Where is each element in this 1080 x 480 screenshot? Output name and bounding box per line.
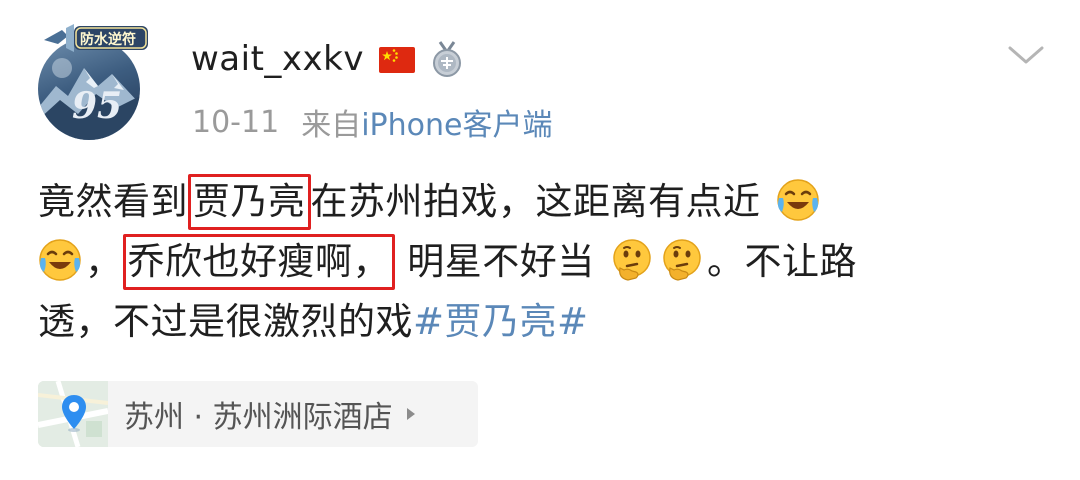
username[interactable]: wait_xxkv <box>191 42 364 76</box>
hashtag-link[interactable]: #贾乃亮# <box>413 300 589 343</box>
avatar-badge: 防水逆符 <box>40 22 150 64</box>
source-prefix: 来自 <box>301 108 362 143</box>
text-segment: ， <box>85 240 123 283</box>
highlight-box-qiao-xin: 乔欣也好瘦啊， <box>122 234 395 290</box>
author-row: wait_xxkv <box>191 36 466 82</box>
avatar-badge-text: 防水逆符 <box>80 32 136 48</box>
source-client-link[interactable]: iPhone客户端 <box>361 100 552 144</box>
location-label: 苏州 · 苏州洲际酒店 <box>124 400 393 435</box>
silver-medal-icon[interactable] <box>428 40 466 78</box>
post-line-3: 透，不过是很激烈的戏#贾乃亮# <box>38 292 1038 352</box>
location-chip[interactable]: 苏州 · 苏州洲际酒店 <box>38 381 478 447</box>
map-thumbnail <box>38 381 108 447</box>
post-text: 竟然看到 贾乃亮 在苏州拍戏，这距离有点近 ， 乔欣也好瘦啊， 明星不好当 。不… <box>38 172 1038 352</box>
chevron-right-icon <box>405 405 417 423</box>
text-segment: 竟然看到 <box>38 180 188 223</box>
laugh-cry-emoji <box>38 238 82 282</box>
post-line-1: 竟然看到 贾乃亮 在苏州拍戏，这距离有点近 <box>38 172 1038 232</box>
text-segment: 透，不过是很激烈的戏 <box>38 300 413 343</box>
avatar-number: 95 <box>72 85 123 127</box>
thinking-emoji <box>660 238 704 282</box>
post-meta: 10-11 来自 iPhone客户端 <box>192 100 552 144</box>
post-line-2: ，乔欣也好瘦啊， 明星不好当 。不让路 <box>38 232 1038 292</box>
laugh-cry-emoji <box>776 178 820 222</box>
location-pin-icon <box>60 393 88 433</box>
highlight-box-jia-nailiang: 贾乃亮 <box>188 174 311 230</box>
avatar[interactable]: 95 防水逆符 <box>36 22 154 140</box>
text-segment: 在苏州拍戏，这距离有点近 <box>310 180 761 223</box>
post-date: 10-11 <box>192 104 280 140</box>
thinking-emoji <box>610 238 654 282</box>
chevron-down-icon[interactable] <box>1004 40 1048 70</box>
china-flag-icon <box>378 40 416 78</box>
weibo-post: 95 防水逆符 wait_xxkv 10-11 来自 iPhone客户端 竟然看… <box>0 0 1080 480</box>
text-segment: 。不让路 <box>707 240 858 283</box>
text-segment: 明星不好当 <box>407 240 595 283</box>
